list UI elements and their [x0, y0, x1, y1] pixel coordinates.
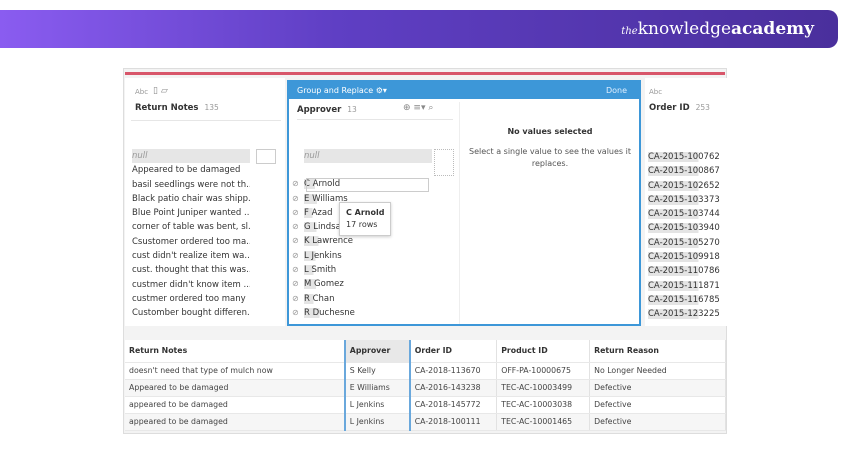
list-item[interactable]: cust. thought that this was...	[132, 263, 250, 277]
list-item[interactable]: CA-2015-103744	[648, 207, 728, 221]
table-row: appeared to be damaged L Jenkins CA-2018-1…	[125, 413, 726, 431]
scroll-thumb[interactable]	[256, 149, 276, 164]
table-row: doesn't need that type of mulch now S Kel…	[125, 362, 726, 380]
list-item[interactable]: custmer didn't know item ...	[132, 278, 250, 292]
table-cell[interactable]: No Longer Needed	[589, 362, 726, 380]
table-row: Appeared to be damaged E Williams CA-2016-…	[125, 379, 726, 397]
table-cell[interactable]: CA-2016-143238	[409, 379, 498, 397]
table-cell[interactable]: E Williams	[343, 379, 411, 397]
list-item[interactable]: Black patio chair was shipp...	[132, 192, 250, 206]
table-cell[interactable]: L Jenkins	[343, 413, 411, 431]
table-cell[interactable]: doesn't need that type of mulch now	[125, 362, 346, 380]
return-notes-profile: Abc ▯ ▱ Return Notes 135 null Appeared to …	[125, 78, 285, 326]
paperclip-icon: ⊘	[292, 250, 299, 260]
list-item[interactable]: CA-2015-109918	[648, 250, 728, 264]
list-item[interactable]: CA-2015-100762	[648, 150, 728, 164]
list-item[interactable]: CA-2015-103940	[648, 221, 728, 235]
column-header[interactable]: Order ID	[409, 340, 498, 363]
table-cell[interactable]: S Kelly	[343, 362, 411, 380]
list-item[interactable]: null	[132, 149, 250, 164]
list-item[interactable]: CA-2015-123225	[648, 307, 728, 321]
type-label: Abc	[135, 88, 149, 96]
column-header[interactable]: Approver	[343, 340, 411, 363]
list-item[interactable]: corner of table was bent, sl...	[132, 220, 250, 234]
table-cell[interactable]: Defective	[589, 379, 726, 397]
table-cell[interactable]: TEC-AC-10001465	[496, 413, 591, 431]
gear-icon[interactable]: ⚙▾	[376, 86, 387, 95]
field-header: Approver 13	[297, 105, 357, 115]
data-grid: Return Notes Approver Order ID Product ID Re…	[125, 340, 726, 431]
list-item[interactable]: ⊘ R Chan	[292, 292, 432, 306]
list-item[interactable]: CA-2015-103373	[648, 193, 728, 207]
value-list[interactable]: null Appeared to be damaged basil seedling…	[132, 149, 250, 321]
paperclip-icon: ⊘	[292, 193, 299, 203]
list-item[interactable]: CA-2015-116785	[648, 293, 728, 307]
table-cell[interactable]: Appeared to be damaged	[125, 379, 346, 397]
list-item[interactable]: Customber bought differen...	[132, 306, 250, 320]
field-header[interactable]: Order ID 253	[649, 103, 710, 113]
column-header[interactable]: Return Notes	[125, 340, 346, 363]
list-item[interactable]: Blue Point Juniper wanted ...	[132, 206, 250, 220]
table-row: appeared to be damaged L Jenkins CA-2018-1…	[125, 396, 726, 414]
table-cell[interactable]: CA-2018-145772	[409, 396, 498, 414]
column-header[interactable]: Product ID	[496, 340, 591, 363]
paperclip-icon: ⊘	[292, 265, 299, 275]
list-item[interactable]: CA-2015-111871	[648, 279, 728, 293]
paperclip-icon: ⊘	[292, 207, 299, 217]
list-item[interactable]: custmer ordered too many	[132, 292, 250, 306]
list-item[interactable]: null	[304, 149, 432, 164]
list-item[interactable]: cust didn't realize item wa...	[132, 249, 250, 263]
list-item[interactable]: ⊘ L Jenkins	[292, 249, 432, 263]
group-replace-header: Group and Replace ⚙▾ Done	[289, 82, 639, 99]
sort-icon[interactable]: ≡▾	[413, 103, 425, 113]
empty-state: No values selected Select a single value …	[468, 127, 631, 168]
edit-value-box[interactable]	[306, 178, 429, 192]
list-item[interactable]: CA-2015-110786	[648, 264, 728, 278]
add-icon[interactable]: ⊕	[403, 103, 411, 113]
value-list[interactable]: CA-2015-100762 CA-2015-100867 CA-2015-1026…	[648, 150, 728, 322]
list-item[interactable]: ⊘ K Lawrence	[292, 234, 432, 248]
list-item[interactable]: Csustomer ordered too ma...	[132, 235, 250, 249]
list-item[interactable]: Appeared to be damaged	[132, 163, 250, 177]
search-icon[interactable]: ⌕	[428, 103, 433, 113]
flow-step-bar	[125, 72, 725, 75]
list-item[interactable]: basil seedlings were not th...	[132, 178, 250, 192]
table-cell[interactable]: appeared to be damaged	[125, 413, 346, 431]
scroll-thumb[interactable]	[434, 149, 454, 176]
paperclip-icon: ⊘	[292, 279, 299, 289]
table-cell[interactable]: Defective	[589, 413, 726, 431]
list-item[interactable]: ⊘ L Smith	[292, 263, 432, 277]
table-cell[interactable]: OFF-PA-10000675	[496, 362, 591, 380]
paperclip-icon: ⊘	[292, 222, 299, 232]
done-button[interactable]: Done	[606, 82, 627, 99]
table-cell[interactable]: TEC-AC-10003038	[496, 396, 591, 414]
list-item[interactable]: ⊘ R Duchesne	[292, 306, 432, 320]
table-cell[interactable]: TEC-AC-10003499	[496, 379, 591, 397]
paperclip-icon: ⊘	[292, 293, 299, 303]
list-item[interactable]: CA-2015-100867	[648, 164, 728, 178]
table-cell[interactable]: CA-2018-100111	[409, 413, 498, 431]
paperclip-icon: ⊘	[292, 307, 299, 317]
table-cell[interactable]: L Jenkins	[343, 396, 411, 414]
field-header[interactable]: Return Notes 135	[135, 103, 219, 113]
logo: theknowledgeacademy	[621, 19, 814, 39]
table-cell[interactable]: CA-2018-113670	[409, 362, 498, 380]
table-cell[interactable]: appeared to be damaged	[125, 396, 346, 414]
list-item[interactable]: CA-2015-102652	[648, 179, 728, 193]
list-item[interactable]: ⊘ M Gomez	[292, 277, 432, 291]
table-cell[interactable]: Defective	[589, 396, 726, 414]
column-header[interactable]: Return Reason	[589, 340, 726, 363]
paperclip-icon: ⊘	[292, 236, 299, 246]
list-item[interactable]: CA-2015-105270	[648, 236, 728, 250]
column-icons[interactable]: ▯ ▱	[153, 86, 168, 96]
paperclip-icon: ⊘	[292, 179, 299, 189]
group-replace-panel: Group and Replace ⚙▾ Done Approver 13 ⊕ ≡▾…	[287, 80, 641, 326]
tooltip: C Arnold 17 rows	[339, 202, 392, 236]
order-id-profile: Abc Order ID 253 CA-2015-100762 CA-2015-10…	[645, 78, 727, 326]
